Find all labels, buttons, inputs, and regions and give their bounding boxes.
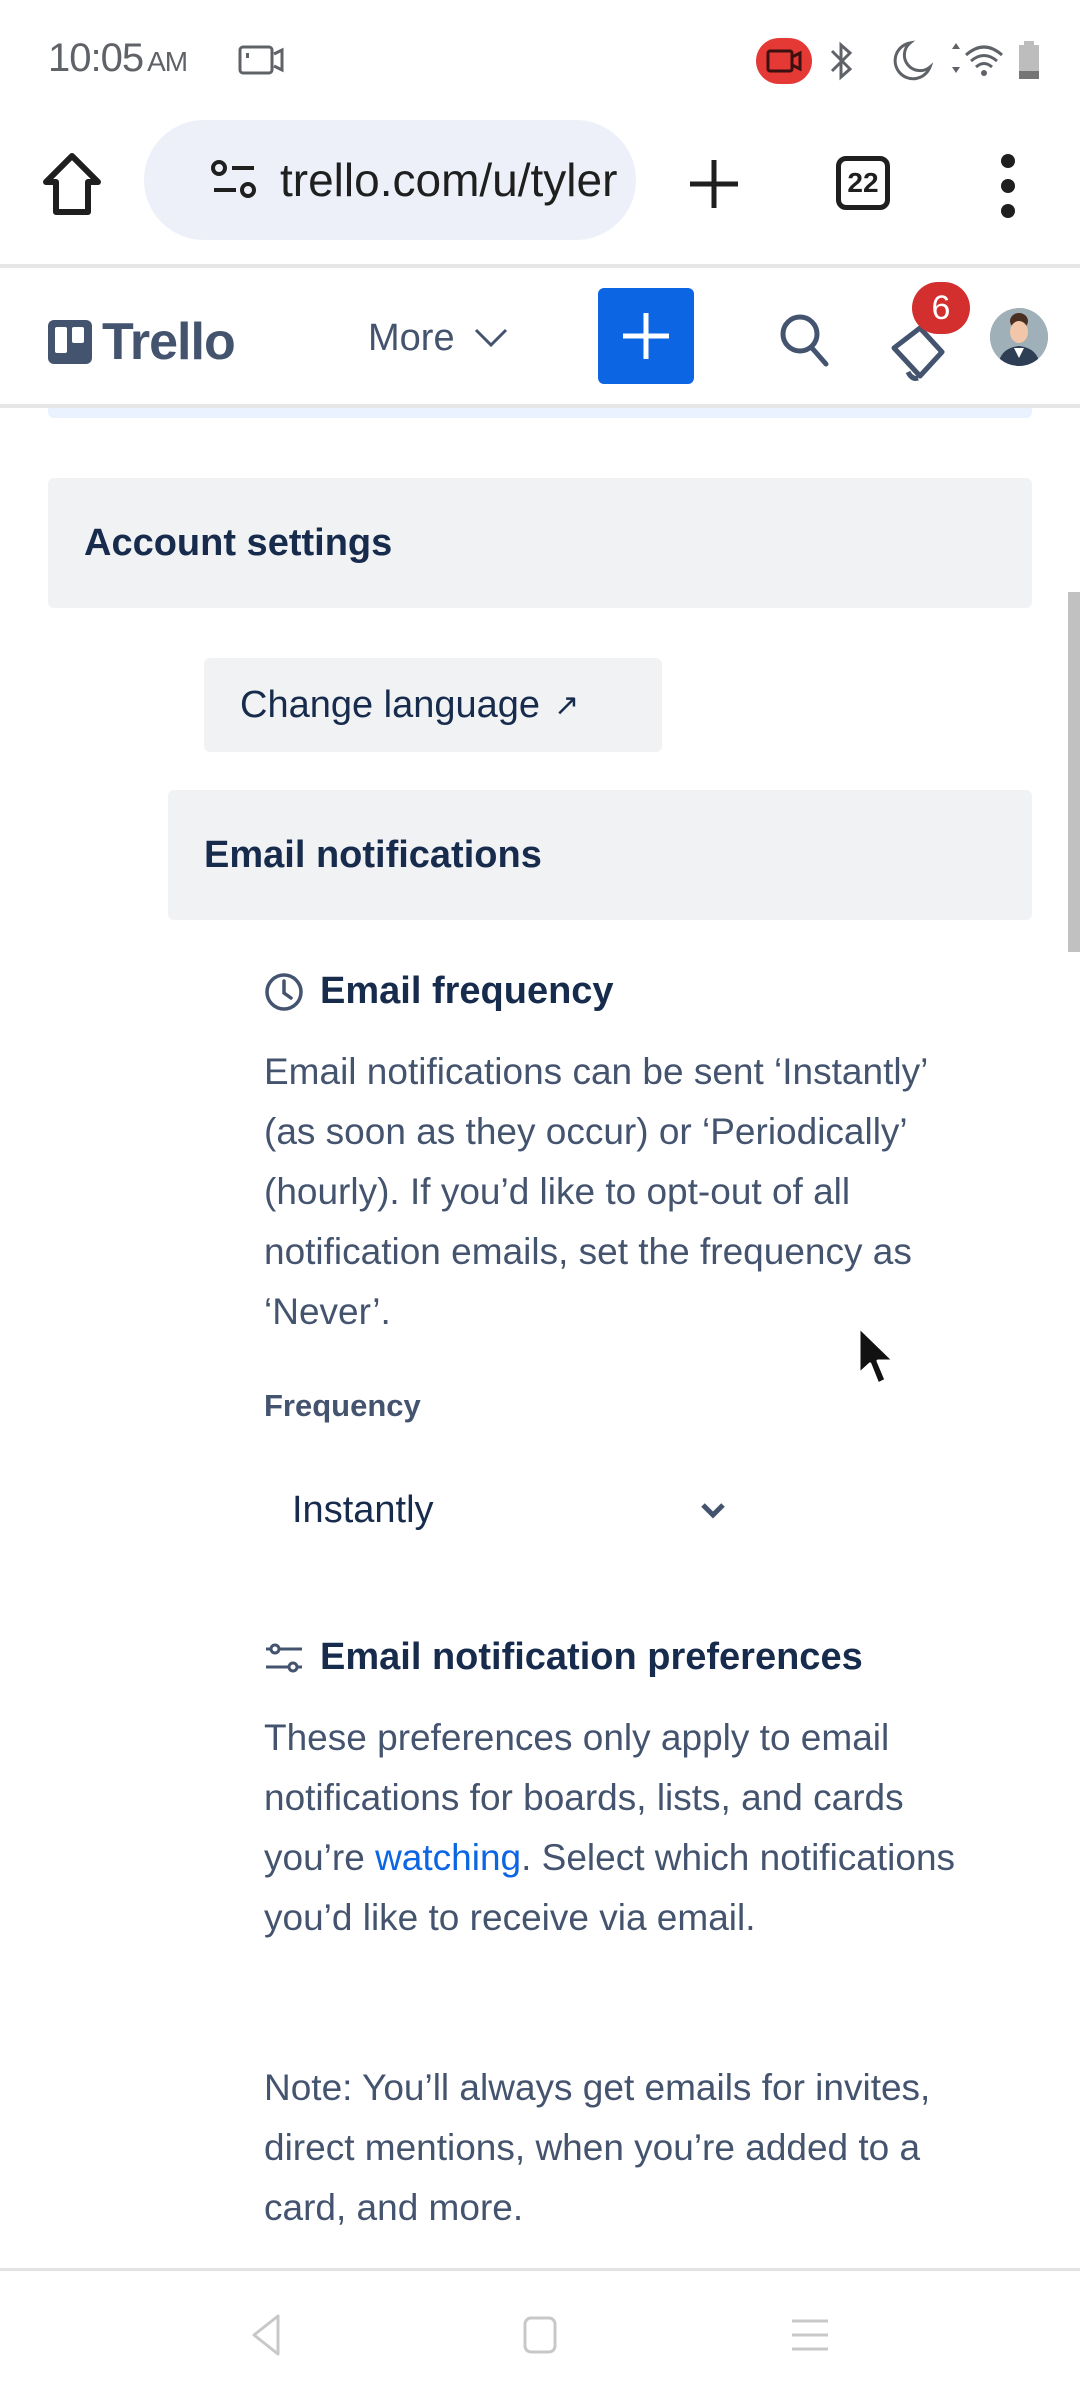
trello-logo-icon [48, 320, 92, 364]
avatar-image [990, 308, 1048, 366]
trello-header: Trello More 6 [0, 268, 1080, 406]
screen-record-icon [756, 38, 812, 84]
browser-toolbar: trello.com/u/tyler 22 [0, 120, 1080, 264]
logo-text: Trello [102, 313, 236, 371]
tab-count: 22 [847, 167, 879, 198]
email-frequency-title: Email frequency [320, 970, 614, 1012]
site-settings-icon[interactable] [210, 160, 258, 200]
email-notifications-heading: Email notifications [204, 833, 542, 876]
time-text: 10:05 [48, 36, 144, 80]
change-language-button[interactable]: Change language ↗ [204, 658, 662, 752]
email-preferences-heading: Email notification preferences [264, 1636, 863, 1679]
system-nav-bar [0, 2271, 1080, 2400]
status-icons [756, 38, 1040, 84]
recents-icon[interactable] [790, 2317, 830, 2353]
email-frequency-heading: Email frequency [264, 970, 614, 1013]
sliders-icon [266, 1643, 302, 1672]
search-icon[interactable] [778, 312, 830, 368]
frequency-selected-value: Instantly [292, 1488, 434, 1531]
battery-icon [1019, 41, 1039, 79]
wifi-icon [952, 43, 1003, 76]
email-preferences-description: These preferences only apply to email no… [264, 1708, 964, 1948]
frequency-select[interactable]: Instantly [264, 1470, 744, 1550]
frequency-label: Frequency [264, 1388, 421, 1423]
account-settings-heading: Account settings [84, 521, 393, 564]
email-preferences-note: Note: You’ll always get emails for invit… [264, 2067, 931, 2228]
avatar[interactable] [990, 308, 1048, 366]
account-settings-section: Account settings [48, 478, 1032, 608]
bluetooth-icon [830, 41, 853, 81]
email-preferences-title: Email notification preferences [320, 1636, 863, 1678]
watching-link[interactable]: watching [375, 1837, 521, 1878]
home-icon[interactable] [522, 2315, 558, 2355]
more-label: More [368, 316, 455, 359]
previous-section-edge [48, 408, 1032, 418]
notifications-button[interactable]: 6 [880, 278, 980, 388]
email-frequency-description: Email notifications can be sent ‘Instant… [264, 1051, 927, 1332]
screen-cast-icon [238, 45, 284, 75]
notification-count-badge: 6 [912, 282, 970, 334]
more-menu-button[interactable]: More [368, 308, 509, 368]
back-icon[interactable] [248, 2313, 284, 2357]
more-vert-icon[interactable] [996, 154, 1020, 218]
mouse-cursor-icon [857, 1325, 896, 1386]
clock-icon [265, 972, 303, 1011]
home-icon[interactable] [42, 152, 102, 216]
external-link-icon: ↗ [554, 688, 580, 722]
status-bar: 10:05 AM [0, 0, 1080, 120]
create-button[interactable] [598, 288, 694, 384]
scrollbar-thumb[interactable] [1068, 592, 1080, 952]
address-bar[interactable]: trello.com/u/tyler [144, 120, 636, 240]
ampm-text: AM [147, 46, 188, 77]
tab-switcher-button[interactable]: 22 [836, 156, 890, 210]
new-tab-icon[interactable] [688, 158, 740, 210]
chevron-down-icon [701, 1503, 725, 1519]
trello-logo[interactable]: Trello [48, 312, 236, 372]
plus-icon [623, 313, 669, 359]
change-language-label: Change language [240, 683, 541, 726]
url-text[interactable]: trello.com/u/tyler [280, 153, 617, 207]
email-notifications-section: Email notifications [168, 790, 1032, 920]
do-not-disturb-icon [893, 40, 934, 81]
chevron-down-icon [474, 328, 507, 348]
status-time: 10:05 AM [48, 36, 188, 81]
